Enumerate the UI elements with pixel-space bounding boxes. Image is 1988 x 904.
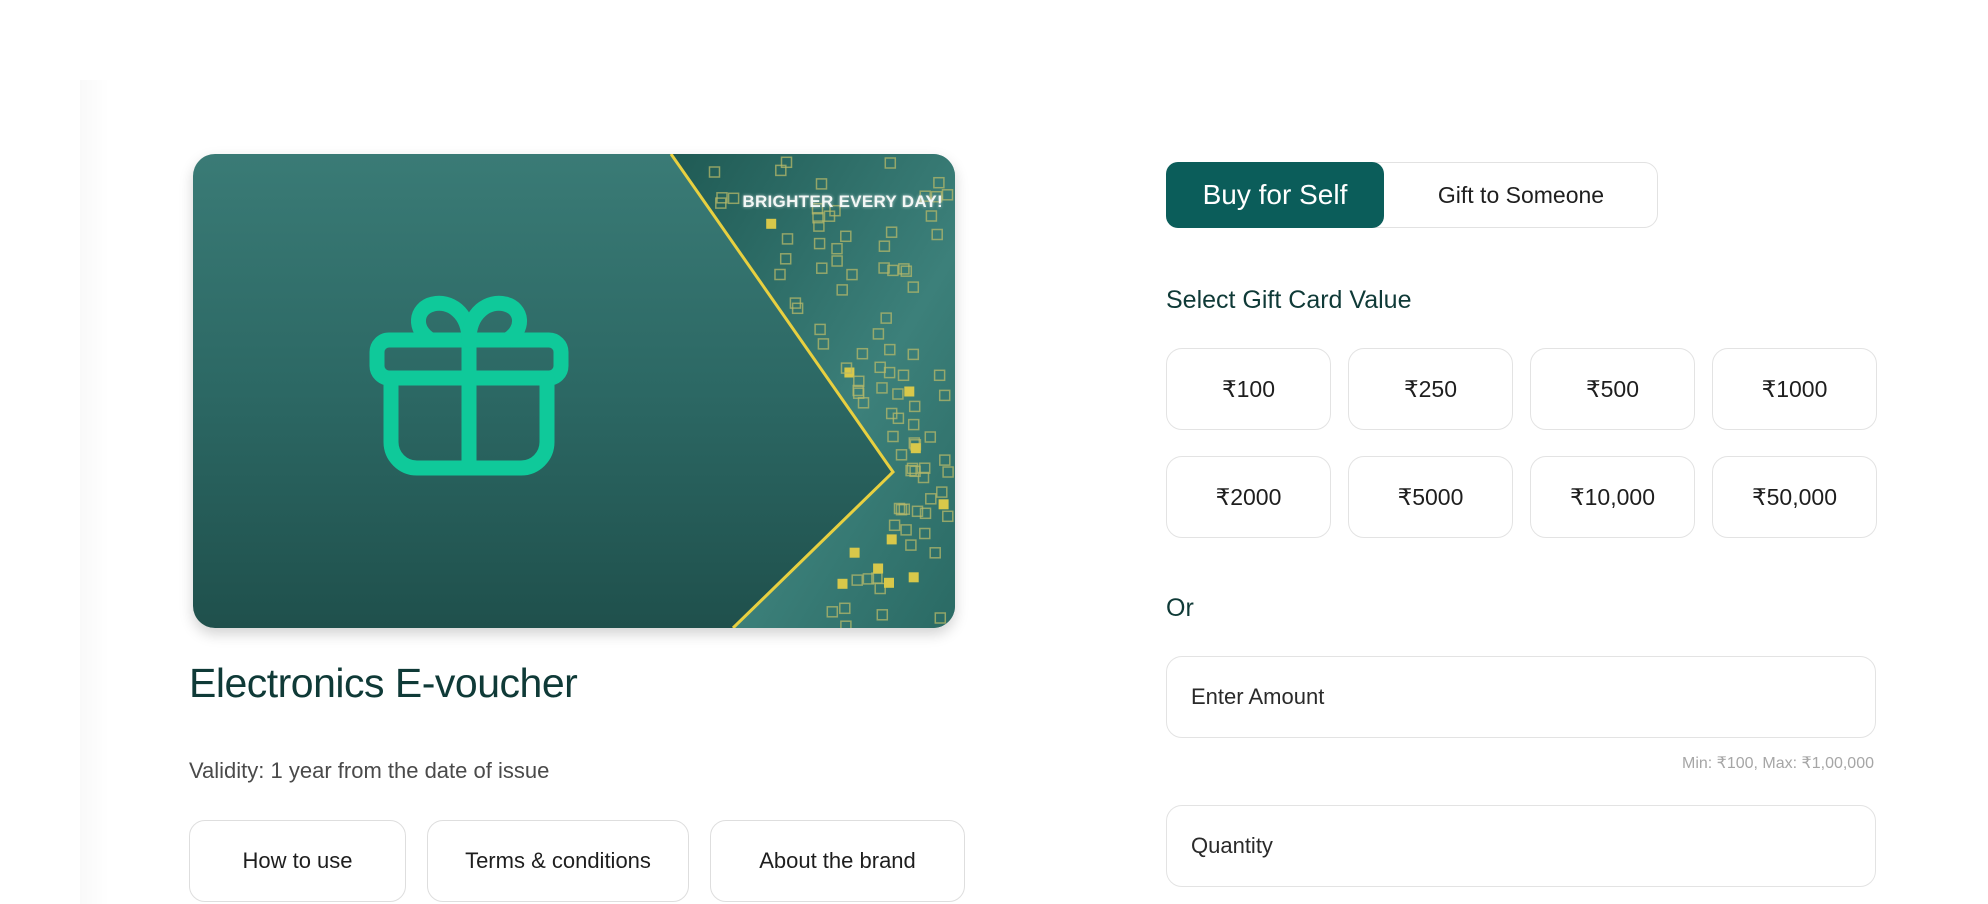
page-edge-shadow [80, 80, 110, 904]
pattern-square [904, 386, 915, 397]
value-option-5000[interactable]: ₹5000 [1348, 456, 1513, 538]
value-option-2000[interactable]: ₹2000 [1166, 456, 1331, 538]
pattern-square [886, 534, 897, 545]
gift-value-heading: Select Gift Card Value [1166, 286, 1412, 314]
terms-conditions-button[interactable]: Terms & conditions [427, 820, 689, 902]
pattern-square [849, 547, 860, 558]
pattern-square [884, 577, 894, 588]
amount-field-wrapper [1166, 656, 1876, 738]
pattern-square [837, 578, 848, 589]
value-option-500[interactable]: ₹500 [1530, 348, 1695, 430]
value-option-50000[interactable]: ₹50,000 [1712, 456, 1877, 538]
enter-amount-input[interactable] [1167, 657, 1875, 737]
gift-value-options: ₹100 ₹250 ₹500 ₹1000 ₹2000 ₹5000 ₹10,000… [1166, 348, 1877, 538]
value-option-10000[interactable]: ₹10,000 [1530, 456, 1695, 538]
card-slogan: BRIGHTER EVERY DAY! [742, 192, 943, 211]
how-to-use-button[interactable]: How to use [189, 820, 406, 902]
value-option-250[interactable]: ₹250 [1348, 348, 1513, 430]
gift-icon [369, 295, 569, 476]
product-title: Electronics E-voucher [189, 660, 578, 706]
gift-to-someone-button[interactable]: Gift to Someone [1385, 163, 1657, 227]
pattern-square [938, 499, 949, 510]
pattern-square [910, 443, 921, 454]
value-option-100[interactable]: ₹100 [1166, 348, 1331, 430]
value-option-1000[interactable]: ₹1000 [1712, 348, 1877, 430]
buy-for-self-button[interactable]: Buy for Self [1166, 162, 1384, 228]
purchase-type-toggle: Buy for Self Gift to Someone [1166, 162, 1658, 228]
validity-text: Validity: 1 year from the date of issue [189, 758, 550, 783]
pattern-square [873, 563, 884, 574]
gift-card-image: BRIGHTER EVERY DAY! [193, 154, 955, 628]
amount-limit-hint: Min: ₹100, Max: ₹1,00,000 [1681, 755, 1874, 772]
or-separator: Or [1166, 594, 1194, 622]
pattern-square [766, 218, 777, 229]
quantity-input[interactable] [1167, 806, 1875, 886]
quantity-field-wrapper [1166, 805, 1876, 887]
card-pattern [669, 154, 955, 628]
about-brand-button[interactable]: About the brand [710, 820, 965, 902]
pattern-square [908, 572, 919, 583]
